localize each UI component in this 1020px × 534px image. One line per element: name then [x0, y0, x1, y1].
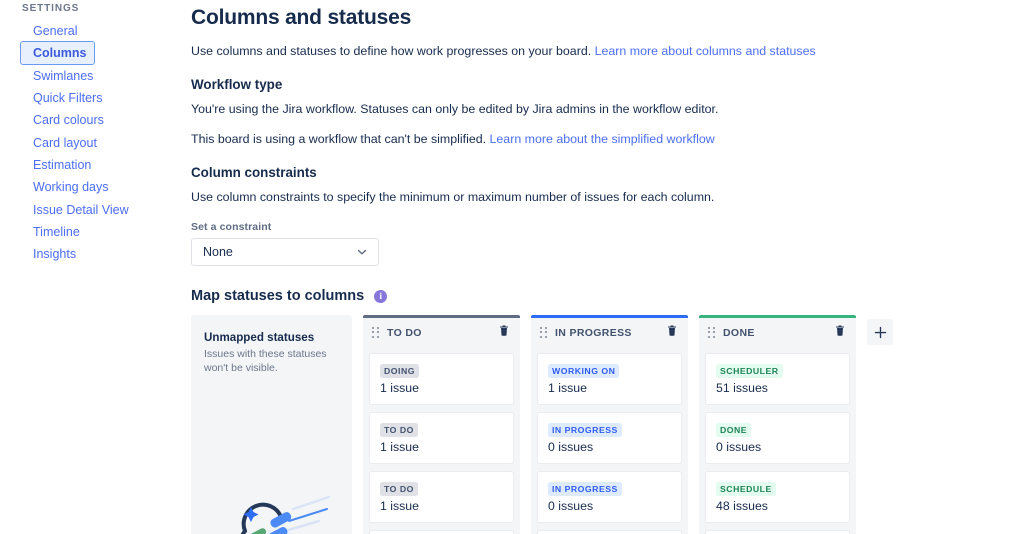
- status-issue-count: 0 issues: [716, 440, 762, 454]
- add-column-button[interactable]: [867, 319, 893, 345]
- column-constraints-heading: Column constraints: [191, 165, 317, 180]
- column-header: DONE: [699, 318, 856, 347]
- sidebar-item-quick-filters[interactable]: Quick Filters: [10, 86, 111, 110]
- status-card[interactable]: DONE 0 issues: [705, 412, 850, 464]
- status-badge: IN PROGRESS: [548, 482, 622, 496]
- sidebar-nav-list: General Columns Swimlanes Quick Filters Card…: [0, 20, 185, 265]
- unmapped-statuses-description: Issues with these statuses won't be visi…: [204, 348, 327, 374]
- status-card[interactable]: IN REVIEW0 issues: [537, 530, 682, 534]
- trash-icon: [668, 325, 676, 336]
- status-issue-count: 48 issues: [716, 499, 768, 513]
- status-card[interactable]: IN PROGRESS 0 issues: [537, 471, 682, 523]
- status-issue-count: 0 issues: [548, 499, 594, 513]
- sidebar-item-insights[interactable]: Insights: [10, 242, 85, 266]
- status-badge: DONE: [716, 423, 752, 437]
- drag-handle-icon[interactable]: [540, 326, 548, 339]
- board-column: DONE SCHEDULER 51 issues DONE 0 issues SCHEDU…: [699, 315, 856, 534]
- status-card[interactable]: DOING 1 issue: [369, 353, 514, 405]
- sidebar-item-columns[interactable]: Columns: [20, 41, 96, 66]
- sidebar-item-timeline[interactable]: Timeline: [10, 220, 89, 244]
- delete-column-button[interactable]: [666, 324, 678, 342]
- status-issue-count: 0 issues: [548, 440, 594, 454]
- column-name: DONE: [723, 326, 755, 339]
- column-name: TO DO: [387, 326, 422, 339]
- board-column: TO DO DOING 1 issue TO DO 1 issue TO DO 1 issu…: [363, 315, 520, 534]
- status-card[interactable]: SHEDULED52 issues: [705, 530, 850, 534]
- workflow-type-heading: Workflow type: [191, 77, 283, 92]
- constraint-select[interactable]: None: [191, 238, 379, 266]
- sidebar-item-general[interactable]: General: [10, 19, 86, 43]
- status-issue-count: 1 issue: [380, 440, 419, 454]
- column-body: DOING 1 issue TO DO 1 issue TO DO 1 issue NEW1…: [363, 347, 520, 534]
- column-constraints-description: Use column constraints to specify the mi…: [191, 190, 715, 204]
- status-badge: IN PROGRESS: [548, 423, 622, 437]
- status-badge: DOING: [380, 364, 419, 378]
- simplified-workflow-learn-more-link[interactable]: Learn more about the simplified workflow: [490, 132, 715, 146]
- status-card[interactable]: TO DO 1 issue: [369, 471, 514, 523]
- status-badge: TO DO: [380, 482, 418, 496]
- delete-column-button[interactable]: [498, 324, 510, 342]
- settings-page: SETTINGS General Columns Swimlanes Quick Fi…: [0, 0, 1020, 534]
- trash-icon: [500, 325, 508, 336]
- simplified-workflow-text: This board is using a workflow that can'…: [191, 132, 487, 146]
- status-issue-count: 1 issue: [548, 381, 587, 395]
- status-badge: WORKING ON: [548, 364, 620, 378]
- settings-sidebar: SETTINGS General Columns Swimlanes Quick Fi…: [0, 0, 185, 534]
- column-header: TO DO: [363, 318, 520, 347]
- sidebar-item-swimlanes[interactable]: Swimlanes: [10, 64, 102, 88]
- intro-text: Use columns and statuses to define how w…: [191, 44, 592, 58]
- status-card[interactable]: WORKING ON 1 issue: [537, 353, 682, 405]
- status-issue-count: 1 issue: [380, 381, 419, 395]
- status-issue-count: 51 issues: [716, 381, 768, 395]
- status-card[interactable]: IN PROGRESS 0 issues: [537, 412, 682, 464]
- column-body: SCHEDULER 51 issues DONE 0 issues SCHEDULE 48…: [699, 347, 856, 534]
- map-statuses-header: Map statuses to columns i: [191, 288, 1020, 304]
- delete-column-button[interactable]: [834, 324, 846, 342]
- drag-handle-icon[interactable]: [708, 326, 716, 339]
- map-statuses-heading: Map statuses to columns: [191, 288, 365, 304]
- columns-container: TO DO DOING 1 issue TO DO 1 issue TO DO 1 issu…: [363, 315, 856, 534]
- board-column: IN PROGRESS WORKING ON 1 issue IN PROGRESS 0…: [531, 315, 688, 534]
- workflow-description: You're using the Jira workflow. Statuses…: [191, 102, 719, 116]
- sidebar-item-estimation[interactable]: Estimation: [10, 153, 100, 177]
- column-body: WORKING ON 1 issue IN PROGRESS 0 issues IN P…: [531, 347, 688, 534]
- sidebar-heading: SETTINGS: [22, 3, 80, 14]
- sidebar-item-card-layout[interactable]: Card layout: [10, 131, 106, 155]
- intro-paragraph: Use columns and statuses to define how w…: [191, 43, 1020, 59]
- simplified-workflow-paragraph: This board is using a workflow that can'…: [191, 131, 1020, 147]
- columns-statuses-learn-more-link[interactable]: Learn more about columns and statuses: [595, 44, 816, 58]
- plus-icon: [874, 326, 886, 338]
- status-badge: SCHEDULE: [716, 482, 776, 496]
- status-card[interactable]: SCHEDULE 48 issues: [705, 471, 850, 523]
- status-badge: SCHEDULER: [716, 364, 783, 378]
- sidebar-item-card-colours[interactable]: Card colours: [10, 108, 113, 132]
- status-card[interactable]: SCHEDULER 51 issues: [705, 353, 850, 405]
- column-name: IN PROGRESS: [555, 326, 632, 339]
- info-icon[interactable]: i: [374, 289, 388, 303]
- page-title: Columns and statuses: [191, 6, 412, 29]
- status-card[interactable]: TO DO 1 issue: [369, 412, 514, 464]
- unmapped-statuses-panel: Unmapped statuses Issues with these stat…: [191, 315, 352, 534]
- drag-handle-icon[interactable]: [372, 326, 380, 339]
- unmapped-statuses-title: Unmapped statuses: [204, 331, 315, 344]
- constraint-select-value: None: [203, 245, 233, 259]
- columns-board: Unmapped statuses Issues with these stat…: [191, 315, 1020, 534]
- status-card[interactable]: NEW1 issue: [369, 530, 514, 534]
- column-header: IN PROGRESS: [531, 318, 688, 347]
- chevron-down-icon: [357, 249, 367, 255]
- main-content: Columns and statuses Use columns and sta…: [185, 0, 1020, 534]
- sidebar-item-issue-detail-view[interactable]: Issue Detail View: [10, 198, 138, 222]
- status-badge: TO DO: [380, 423, 418, 437]
- status-issue-count: 1 issue: [380, 499, 419, 513]
- trash-icon: [836, 325, 844, 336]
- set-constraint-label: Set a constraint: [191, 221, 272, 233]
- sidebar-item-working-days[interactable]: Working days: [10, 175, 118, 199]
- rocket-illustration-icon: [240, 495, 331, 534]
